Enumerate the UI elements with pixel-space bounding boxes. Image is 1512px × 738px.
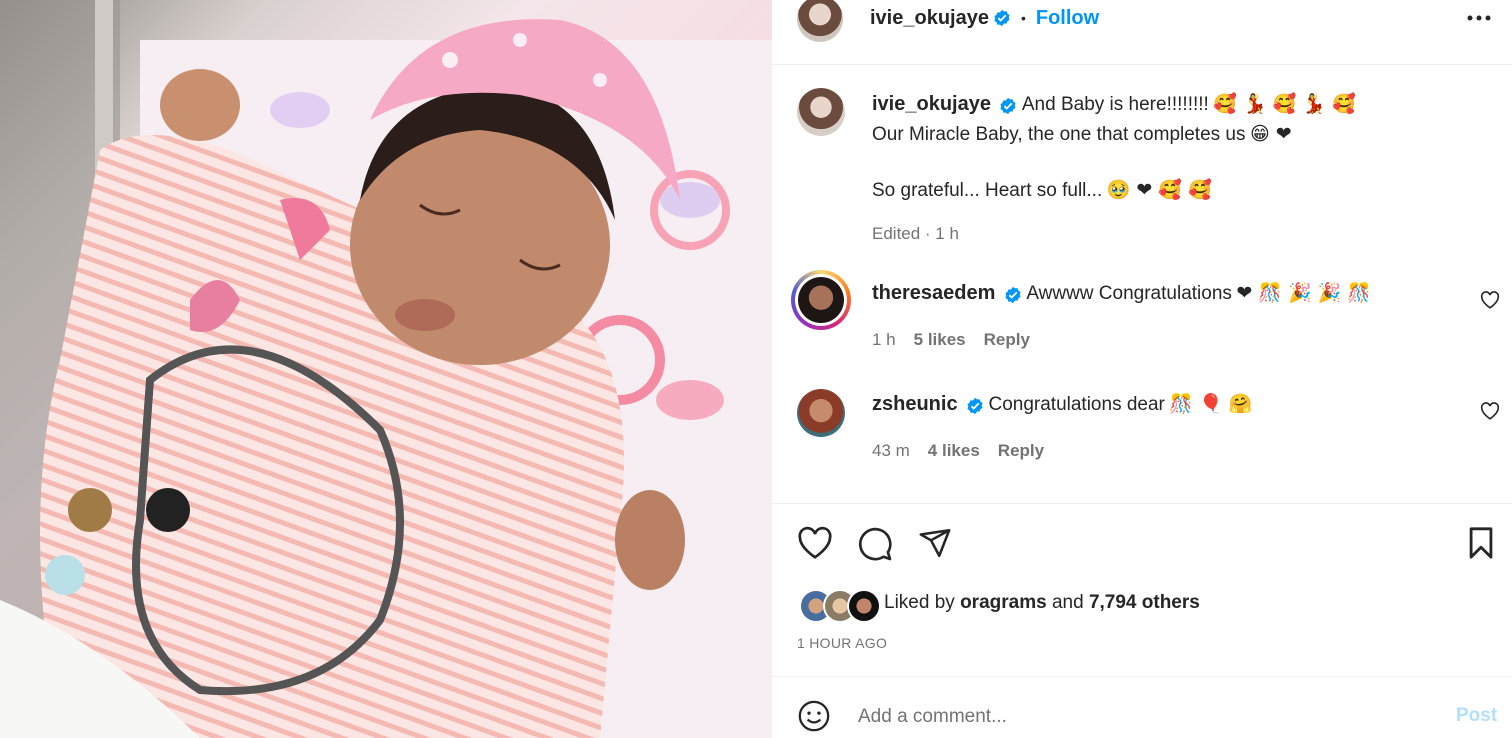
post-timestamp[interactable]: 1 HOUR AGO — [797, 635, 887, 651]
header-separator: • — [1020, 10, 1026, 26]
liked-by-prefix: Liked by — [884, 592, 955, 613]
caption-author-avatar[interactable] — [797, 88, 845, 136]
post-details-panel: ivie_okujaye • Follow ivie_okujaye And B… — [772, 0, 1512, 738]
comment-like-heart-icon[interactable] — [1480, 291, 1500, 309]
comment-time: 43 m — [872, 441, 910, 460]
comment-icon[interactable] — [857, 526, 893, 562]
post-comment-button[interactable]: Post — [1456, 705, 1497, 727]
caption-line-3: So grateful... Heart so full... — [872, 180, 1103, 201]
verified-badge-icon — [967, 397, 983, 414]
heart-icon[interactable] — [797, 526, 833, 560]
comment-box-divider — [772, 676, 1512, 677]
liked-by-text: Liked by oragrams and 7,794 others — [884, 592, 1200, 614]
comment-text: Congratulations dear — [988, 394, 1165, 415]
comment-like-heart-icon[interactable] — [1480, 402, 1500, 420]
comment-emoji: 🎊 🎈 🤗 — [1169, 393, 1253, 415]
caption: ivie_okujaye And Baby is here!!!!!!!! 🥰 … — [872, 90, 1492, 244]
caption-line-1-emoji: 🥰 💃 🥰 💃 🥰 — [1213, 93, 1356, 115]
baby-photo-illustration — [0, 0, 772, 738]
verified-badge-icon — [994, 9, 1010, 27]
comment-emoji: ❤ 🎊 🎉 🎉 🎊 — [1236, 282, 1372, 304]
verified-badge-icon — [1000, 97, 1016, 114]
actions-divider — [772, 503, 1512, 504]
comment-avatar-zsheunic[interactable] — [797, 389, 845, 437]
liked-by-others[interactable]: 7,794 others — [1089, 592, 1200, 613]
comment-likes[interactable]: 4 likes — [928, 441, 980, 461]
comment-text: Awwww Congratulations — [1026, 283, 1232, 304]
comment-username[interactable]: theresaedem — [872, 282, 995, 304]
header-user-row: ivie_okujaye • Follow — [870, 6, 1099, 30]
caption-username[interactable]: ivie_okujaye — [872, 93, 991, 115]
header-username[interactable]: ivie_okujaye — [870, 7, 989, 30]
comment-time: 1 h — [872, 330, 896, 349]
liked-by-and: and — [1051, 592, 1084, 613]
comment-item: theresaedem Awwww Congratulations ❤ 🎊 🎉 … — [872, 280, 1452, 350]
bookmark-icon[interactable] — [1466, 526, 1496, 560]
share-icon[interactable] — [917, 526, 953, 560]
more-options-icon[interactable] — [1465, 8, 1493, 28]
comment-likes[interactable]: 5 likes — [914, 330, 966, 350]
comment-reply-button[interactable]: Reply — [998, 441, 1044, 461]
caption-meta: Edited · 1 h — [872, 224, 959, 243]
follow-button[interactable]: Follow — [1036, 7, 1099, 30]
liked-by-user[interactable]: oragrams — [960, 592, 1047, 613]
caption-line-2-emoji: 😁 ❤ — [1249, 123, 1292, 145]
author-avatar[interactable] — [797, 0, 843, 42]
comment-item: zsheunic Congratulations dear 🎊 🎈 🤗 43 m… — [872, 391, 1452, 461]
avatar — [847, 589, 881, 623]
comment-username[interactable]: zsheunic — [872, 393, 958, 415]
post-photo — [0, 0, 772, 738]
emoji-picker-icon[interactable] — [797, 699, 831, 733]
caption-line-3-emoji: 🥹 ❤ 🥰 🥰 — [1106, 179, 1212, 201]
caption-line-2: Our Miracle Baby, the one that completes… — [872, 124, 1246, 145]
comment-reply-button[interactable]: Reply — [984, 330, 1030, 350]
comment-avatar-theresaedem[interactable] — [791, 270, 851, 330]
header-divider — [772, 64, 1512, 65]
caption-line-1: And Baby is here!!!!!!!! — [1021, 94, 1209, 115]
comment-input[interactable] — [856, 700, 1420, 734]
liked-by-avatars[interactable] — [799, 589, 881, 623]
verified-badge-icon — [1005, 286, 1021, 303]
